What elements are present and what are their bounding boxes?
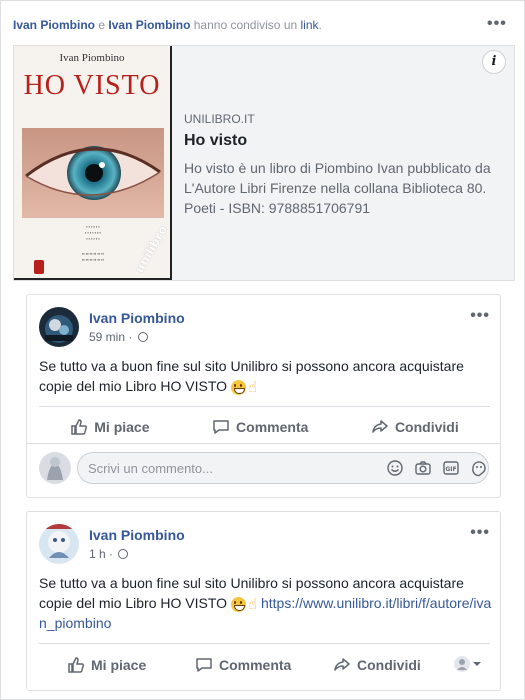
like-label: Mi piace	[91, 657, 147, 673]
comment-icon	[196, 658, 212, 672]
globe-icon	[118, 549, 129, 559]
link-domain: UNILIBRO.IT	[184, 112, 255, 126]
gif-icon[interactable]: GIF	[442, 459, 460, 477]
action-bar: Mi piace Commenta Condividi	[39, 406, 490, 446]
inner-post: Ivan Piombino 59 min · ••• Se tutto va a…	[26, 294, 501, 498]
post-time[interactable]: 59 min ·	[89, 330, 132, 344]
cover-subtext: ▪ ▪ ▪ ▪ ▪ ▪ ▪ ▪ ▪ ▪ ▪ ▪ ▪ ▪ ▪ ▪ ▪ ▪ ▪	[85, 224, 101, 241]
more-options-icon[interactable]: •••	[470, 307, 490, 325]
pointing-hand-emoji-icon: ☝	[247, 595, 258, 613]
smile-emoji-icon: o	[230, 597, 246, 612]
post-meta: 1 h ·	[89, 547, 129, 561]
smile-emoji-icon: o	[230, 380, 246, 395]
emoji-icon[interactable]	[386, 459, 404, 477]
avatar-icon	[454, 656, 470, 672]
comment-label: Commenta	[219, 657, 292, 673]
inner-post: Ivan Piombino 1 h · ••• Se tutto va a bu…	[26, 511, 501, 691]
comment-button[interactable]: Commenta	[195, 656, 291, 674]
info-icon[interactable]: i	[482, 50, 506, 74]
like-button[interactable]: Mi piace	[70, 418, 150, 436]
link-preview[interactable]: Ivan Piombino HO VISTO ▪ ▪ ▪ ▪ ▪ ▪ ▪ ▪ ▪…	[13, 45, 515, 281]
link-description: Ho visto è un libro di Piombino Ivan pub…	[184, 160, 491, 216]
share-header: Ivan Piombino e Ivan Piombino hanno cond…	[13, 18, 322, 32]
shared-post-card: Ivan Piombino e Ivan Piombino hanno cond…	[0, 0, 525, 700]
pointing-hand-emoji-icon: ☝	[247, 378, 258, 396]
avatar[interactable]	[39, 307, 79, 347]
globe-icon	[137, 332, 148, 342]
comment-tools: GIF	[386, 459, 488, 477]
audience-selector[interactable]	[453, 655, 483, 673]
cover-title: HO VISTO	[23, 70, 161, 101]
action-bar: Mi piace Commenta Condividi	[39, 643, 490, 683]
author-link[interactable]: Ivan Piombino	[13, 18, 95, 32]
post-author[interactable]: Ivan Piombino	[89, 310, 185, 326]
share-label: Condividi	[394, 418, 459, 435]
avatar[interactable]	[39, 524, 79, 564]
post-text: Se tutto va a buon fine sul sito Unilibr…	[39, 573, 494, 633]
share-icon	[334, 658, 350, 671]
link-text: UNILIBRO.IT Ho visto Ho visto è un libro…	[184, 112, 509, 218]
comment-button[interactable]: Commenta	[212, 418, 308, 436]
publisher-logo	[34, 260, 44, 274]
dropdown-icon	[473, 662, 481, 666]
shared-link-word[interactable]: link	[301, 18, 319, 32]
svg-text:GIF: GIF	[445, 466, 456, 473]
like-icon	[71, 418, 88, 435]
cover-author: Ivan Piombino	[59, 52, 125, 64]
more-options-icon[interactable]: •••	[470, 524, 490, 542]
share-icon	[372, 419, 388, 433]
post-text: Se tutto va a buon fine sul sito Unilibr…	[39, 356, 494, 396]
share-period: .	[318, 18, 322, 32]
share-button[interactable]: Condividi	[333, 656, 421, 674]
eye-illustration	[22, 128, 164, 218]
like-label: Mi piace	[94, 418, 150, 435]
post-time[interactable]: 1 h ·	[89, 547, 113, 561]
comment-composer: Scrivi un commento... GIF	[27, 443, 500, 491]
post-author[interactable]: Ivan Piombino	[89, 527, 185, 543]
post-meta: 59 min ·	[89, 330, 148, 344]
like-button[interactable]: Mi piace	[67, 656, 146, 674]
camera-icon[interactable]	[414, 459, 432, 477]
share-label: Condividi	[357, 657, 421, 673]
share-button[interactable]: Condividi	[371, 418, 459, 436]
more-options-icon[interactable]: •••	[487, 15, 507, 33]
share-conjunction: e	[98, 18, 106, 32]
sticker-icon[interactable]	[470, 459, 488, 477]
avatar[interactable]	[39, 452, 71, 484]
author-link[interactable]: Ivan Piombino	[108, 18, 190, 32]
comment-icon	[213, 419, 229, 434]
comment-label: Commenta	[236, 418, 309, 435]
link-title[interactable]: Ho visto	[184, 132, 509, 150]
share-action-text: hanno condiviso un	[193, 18, 298, 32]
like-icon	[68, 657, 84, 673]
